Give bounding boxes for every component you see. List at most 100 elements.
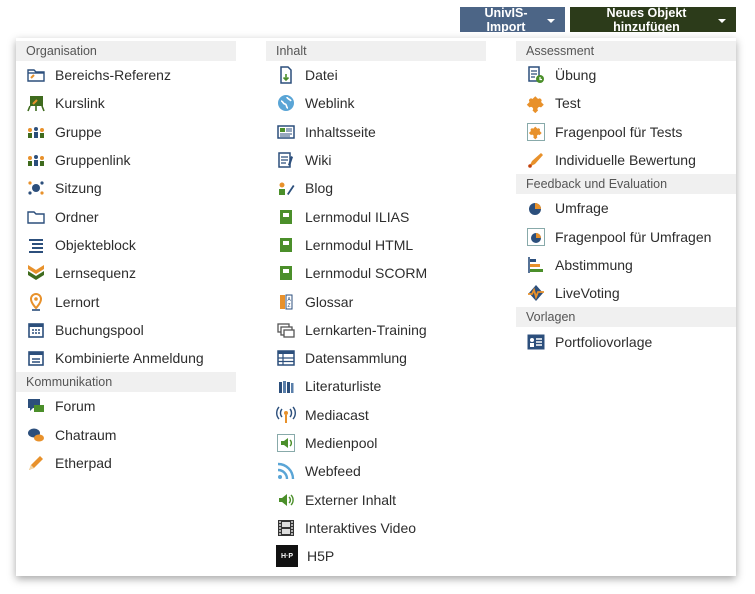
question-pool-icon (526, 122, 546, 142)
menu-item-blog[interactable]: Blog (266, 174, 486, 202)
learning-module-icon (276, 263, 296, 283)
menu-item-lernmodul-ilias[interactable]: Lernmodul ILIAS (266, 202, 486, 230)
menu-item-label: Mediacast (305, 406, 369, 423)
menu-item-label: H5P (307, 548, 335, 565)
menu-item-sitzung[interactable]: Sitzung (16, 174, 236, 202)
menu-item-label: Portfoliovorlage (555, 333, 653, 350)
menu-item-label: Lernort (55, 293, 100, 310)
menu-item-label: Umfrage (555, 200, 609, 217)
menu-item-etherpad[interactable]: Etherpad (16, 449, 236, 477)
menu-item-individuelle-bewertung[interactable]: Individuelle Bewertung (516, 146, 736, 174)
menu-item-label: Interaktives Video (305, 519, 417, 536)
menu-item-label: Kombinierte Anmeldung (55, 350, 204, 367)
menu-item-label: Übung (555, 67, 597, 84)
learning-module-icon (276, 235, 296, 255)
menu-item-label: Ordner (55, 208, 99, 225)
menu-item-chatraum[interactable]: Chatraum (16, 421, 236, 449)
menu-item-gruppenlink[interactable]: Gruppenlink (16, 146, 236, 174)
pencil-icon (26, 453, 46, 473)
menu-item-lernmodul-scorm[interactable]: Lernmodul SCORM (266, 259, 486, 287)
toolbar: UnivIS-Import Neues Objekt hinzufügen (460, 5, 736, 34)
menu-item-label: Lernkarten-Training (305, 321, 427, 338)
menu-item-glossar[interactable]: AZ Glossar (266, 287, 486, 315)
menu-item-objekteblock[interactable]: Objekteblock (16, 231, 236, 259)
portfolio-template-icon (526, 332, 546, 352)
menu-item-label: Test (555, 95, 581, 112)
item-block-icon (26, 235, 46, 255)
menu-item-kombinierte-anmeldung[interactable]: Kombinierte Anmeldung (16, 344, 236, 372)
menu-item-portfoliovorlage[interactable]: Portfoliovorlage (516, 327, 736, 355)
menu-item-ordner[interactable]: Ordner (16, 202, 236, 230)
menu-item-buchungspool[interactable]: Buchungspool (16, 316, 236, 344)
chevron-down-icon (547, 18, 555, 23)
menu-item-h5p[interactable]: H·P H5P (266, 542, 486, 570)
menu-item-forum[interactable]: Forum (16, 392, 236, 420)
menu-item-fragenpool-umfragen[interactable]: Fragenpool für Umfragen (516, 222, 736, 250)
content-page-icon (276, 122, 296, 142)
menu-item-label: Gruppe (55, 123, 102, 140)
menu-item-label: Inhaltsseite (305, 123, 376, 140)
menu-item-wiki[interactable]: Wiki (266, 146, 486, 174)
menu-item-label: Wiki (305, 152, 332, 169)
menu-item-umfrage[interactable]: Umfrage (516, 194, 736, 222)
add-new-object-button[interactable]: Neues Objekt hinzufügen (570, 5, 736, 34)
learning-sequence-icon (26, 263, 46, 283)
rss-icon (276, 461, 296, 481)
data-collection-icon (276, 348, 296, 368)
group-link-icon (26, 150, 46, 170)
menu-item-bereichs-referenz[interactable]: Bereichs-Referenz (16, 61, 236, 89)
menu-item-lernsequenz[interactable]: Lernsequenz (16, 259, 236, 287)
menu-item-label: Datei (305, 67, 338, 84)
menu-item-uebung[interactable]: Übung (516, 61, 736, 89)
menu-item-label: Weblink (305, 95, 355, 112)
column-organisation: Organisation Bereichs-Referenz Kurslink … (16, 41, 236, 477)
menu-item-datensammlung[interactable]: Datensammlung (266, 344, 486, 372)
section-header-inhalt: Inhalt (266, 41, 486, 61)
menu-item-externer-inhalt[interactable]: Externer Inhalt (266, 485, 486, 513)
menu-item-weblink[interactable]: Weblink (266, 89, 486, 117)
menu-item-livevoting[interactable]: LiveVoting (516, 279, 736, 307)
puzzle-icon (526, 93, 546, 114)
section-header-kommunikation: Kommunikation (16, 372, 236, 393)
menu-item-label: Buchungspool (55, 321, 144, 338)
menu-item-lernort[interactable]: Lernort (16, 287, 236, 315)
menu-item-interaktives-video[interactable]: Interaktives Video (266, 514, 486, 542)
menu-item-lernmodul-html[interactable]: Lernmodul HTML (266, 231, 486, 259)
menu-item-medienpool[interactable]: Medienpool (266, 429, 486, 457)
menu-item-label: Fragenpool für Umfragen (555, 228, 712, 245)
menu-item-fragenpool-tests[interactable]: Fragenpool für Tests (516, 118, 736, 146)
wiki-icon (276, 150, 296, 170)
menu-item-label: Individuelle Bewertung (555, 152, 696, 169)
menu-item-kurslink[interactable]: Kurslink (16, 89, 236, 117)
menu-item-test[interactable]: Test (516, 89, 736, 117)
combined-registration-icon (26, 348, 46, 368)
menu-item-datei[interactable]: Datei (266, 61, 486, 89)
univis-import-label: UnivIS-Import (484, 5, 528, 34)
menu-item-label: Bereichs-Referenz (55, 67, 171, 84)
survey-pool-icon (526, 227, 546, 247)
menu-item-gruppe[interactable]: Gruppe (16, 118, 236, 146)
glossary-icon: AZ (276, 292, 296, 312)
menu-item-label: Chatraum (55, 426, 117, 443)
menu-item-literaturliste[interactable]: Literaturliste (266, 372, 486, 400)
section-header-organisation: Organisation (16, 41, 236, 61)
menu-item-lernkarten-training[interactable]: Lernkarten-Training (266, 316, 486, 344)
menu-item-mediacast[interactable]: Mediacast (266, 401, 486, 429)
h5p-icon: H·P (276, 545, 298, 568)
column-inhalt: Inhalt Datei Weblink Inhaltsseite Wiki B… (266, 41, 486, 570)
chat-icon (26, 425, 46, 445)
rating-pen-icon (526, 150, 546, 170)
menu-item-abstimmung[interactable]: Abstimmung (516, 251, 736, 279)
menu-item-inhaltsseite[interactable]: Inhaltsseite (266, 118, 486, 146)
poll-bars-icon (526, 255, 546, 275)
univis-import-button[interactable]: UnivIS-Import (460, 5, 565, 34)
menu-item-label: Glossar (305, 293, 354, 310)
menu-item-label: Blog (305, 180, 334, 197)
add-new-object-label: Neues Objekt hinzufügen (606, 5, 687, 34)
blog-icon (276, 178, 296, 198)
broadcast-icon (276, 405, 296, 425)
menu-item-label: Literaturliste (305, 378, 382, 395)
menu-item-webfeed[interactable]: Webfeed (266, 457, 486, 485)
menu-item-label: Sitzung (55, 180, 102, 197)
column-assessment: Assessment Übung Test Fragenpool für Tes… (516, 41, 736, 356)
